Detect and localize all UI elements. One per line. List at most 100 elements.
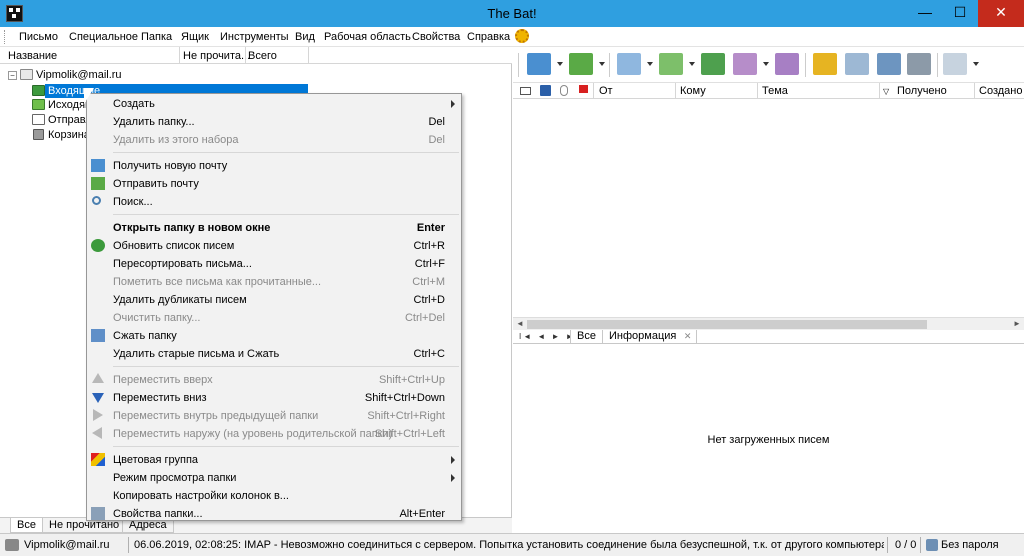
menu-workspace[interactable]: Рабочая область — [324, 31, 411, 43]
menu-item-create[interactable]: Создать — [87, 95, 461, 113]
menu-item-refresh[interactable]: Обновить список писем Ctrl+R — [87, 237, 461, 255]
menu-item-clear-folder[interactable]: Очистить папку... Ctrl+Del — [87, 309, 461, 327]
scrollbar-thumb[interactable] — [527, 320, 927, 329]
title-bar: The Bat! — ☐ ✕ — [0, 0, 1024, 27]
reply-dropdown-icon[interactable] — [689, 62, 695, 66]
menu-item-delete-folder[interactable]: Удалить папку... Del — [87, 113, 461, 131]
message-list[interactable] — [513, 99, 1024, 317]
menu-item-move-outside[interactable]: Переместить наружу (на уровень родительс… — [87, 425, 461, 443]
forward-dropdown-icon[interactable] — [763, 62, 769, 66]
main-toolbar — [513, 47, 1024, 83]
new-message-dropdown-icon[interactable] — [647, 62, 653, 66]
send-mail-dropdown-icon[interactable] — [599, 62, 605, 66]
menu-help[interactable]: Справка — [467, 31, 510, 43]
close-tab-icon[interactable]: ✕ — [684, 330, 692, 343]
get-mail-icon — [91, 159, 105, 172]
status-bar: Vipmolik@mail.ru 06.06.2019, 02:08:25: I… — [0, 533, 1024, 556]
scroll-left-icon[interactable]: ◄ — [516, 319, 524, 328]
menu-item-get-mail[interactable]: Получить новую почту — [87, 157, 461, 175]
account-label: Vipmolik@mail.ru — [36, 69, 122, 81]
find-icon[interactable] — [845, 53, 869, 75]
message-list-scrollbar[interactable]: ◄ ► — [513, 317, 1024, 330]
mouse-cursor-icon — [84, 88, 94, 104]
outbox-icon — [32, 99, 45, 110]
arrow-right-icon — [93, 409, 103, 421]
print-icon[interactable] — [907, 53, 931, 75]
minimize-button[interactable]: — — [908, 0, 942, 27]
menu-item-remove-from-set[interactable]: Удалить из этого набора Del — [87, 131, 461, 149]
folder-properties-icon — [91, 507, 105, 520]
column-created[interactable]: Создано — [979, 85, 1022, 97]
account-status-icon — [5, 539, 19, 551]
close-button[interactable]: ✕ — [978, 0, 1024, 27]
menu-view[interactable]: Вид — [295, 31, 315, 43]
menu-tools[interactable]: Инструменты — [220, 31, 289, 43]
menu-item-remove-duplicates[interactable]: Удалить дубликаты писем Ctrl+D — [87, 291, 461, 309]
envelope-icon[interactable] — [520, 87, 531, 95]
address-book-icon[interactable] — [813, 53, 837, 75]
trash-icon — [33, 129, 44, 140]
menu-item-mark-all-read[interactable]: Пометить все письма как прочитанные... C… — [87, 273, 461, 291]
status-account: Vipmolik@mail.ru — [24, 539, 110, 551]
tab-information-label: Информация — [609, 330, 677, 342]
column-subject[interactable]: Тема — [762, 85, 788, 97]
menu-folder[interactable]: Папка — [141, 31, 172, 43]
tab-information[interactable]: Информация ✕ — [602, 330, 698, 344]
empty-preview-text: Нет загруженных писем — [707, 434, 830, 446]
scroll-right-icon[interactable]: ► — [1013, 319, 1021, 328]
menu-box[interactable]: Ящик — [181, 31, 209, 43]
get-mail-icon[interactable] — [527, 53, 551, 75]
menu-grip[interactable] — [4, 30, 7, 44]
menu-item-send-mail[interactable]: Отправить почту — [87, 175, 461, 193]
menu-bar: Письмо Специальное Папка Ящик Инструмент… — [0, 27, 1024, 47]
flag-icon[interactable] — [579, 85, 588, 93]
maximize-button[interactable]: ☐ — [943, 0, 977, 27]
gear-icon[interactable] — [515, 29, 529, 43]
submenu-arrow-icon — [451, 100, 455, 108]
priority-icon[interactable] — [540, 85, 551, 96]
menu-item-search[interactable]: Поиск... — [87, 193, 461, 211]
submenu-arrow-icon — [451, 474, 455, 482]
inbox-icon — [32, 85, 45, 96]
menu-properties[interactable]: Свойства — [412, 31, 460, 43]
reply-all-icon[interactable] — [701, 53, 725, 75]
column-from[interactable]: От — [599, 85, 613, 97]
menu-item-compress[interactable]: Сжать папку — [87, 327, 461, 345]
filters-icon[interactable] — [943, 53, 967, 75]
reply-icon[interactable] — [659, 53, 683, 75]
menu-special[interactable]: Специальное — [69, 31, 138, 43]
column-name[interactable]: Название — [8, 50, 57, 62]
send-mail-icon[interactable] — [569, 53, 593, 75]
menu-item-move-up[interactable]: Переместить вверх Shift+Ctrl+Up — [87, 371, 461, 389]
filters-dropdown-icon[interactable] — [973, 62, 979, 66]
arrow-up-icon — [92, 373, 104, 383]
new-message-icon[interactable] — [617, 53, 641, 75]
menu-item-move-inside[interactable]: Переместить внутрь предыдущей папки Shif… — [87, 407, 461, 425]
folder-context-menu: Создать Удалить папку... Del Удалить из … — [86, 93, 462, 521]
menu-item-open-new-window[interactable]: Открыть папку в новом окне Enter — [87, 219, 461, 237]
viewer-tabs: I◄ ◄ ► ►I Все Информация ✕ — [513, 330, 1024, 344]
redirect-icon[interactable] — [775, 53, 799, 75]
collapse-icon[interactable]: − — [8, 71, 17, 80]
menu-letter[interactable]: Письмо — [19, 31, 58, 43]
delete-message-icon[interactable] — [877, 53, 901, 75]
column-to[interactable]: Кому — [680, 85, 706, 97]
window-title: The Bat! — [487, 6, 537, 21]
menu-item-delete-old-compress[interactable]: Удалить старые письма и Сжать Ctrl+C — [87, 345, 461, 363]
menu-item-color-group[interactable]: Цветовая группа — [87, 451, 461, 469]
column-total[interactable]: Всего — [248, 50, 277, 62]
tab-all[interactable]: Все — [10, 518, 43, 533]
menu-item-folder-properties[interactable]: Свойства папки... Alt+Enter — [87, 505, 461, 523]
column-unread[interactable]: Не прочита... — [183, 50, 250, 62]
menu-item-folder-view-mode[interactable]: Режим просмотра папки — [87, 469, 461, 487]
attachment-icon[interactable] — [560, 85, 568, 96]
column-received[interactable]: Получено — [897, 85, 947, 97]
menu-item-copy-column-settings[interactable]: Копировать настройки колонок в... — [87, 487, 461, 505]
menu-item-resort[interactable]: Пересортировать письма... Ctrl+F — [87, 255, 461, 273]
tab-view-all[interactable]: Все — [570, 330, 603, 344]
menu-item-move-down[interactable]: Переместить вниз Shift+Ctrl+Down — [87, 389, 461, 407]
get-mail-dropdown-icon[interactable] — [557, 62, 563, 66]
submenu-arrow-icon — [451, 456, 455, 464]
forward-icon[interactable] — [733, 53, 757, 75]
message-list-header: От Кому Тема ▽ Получено Создано — [513, 83, 1024, 99]
